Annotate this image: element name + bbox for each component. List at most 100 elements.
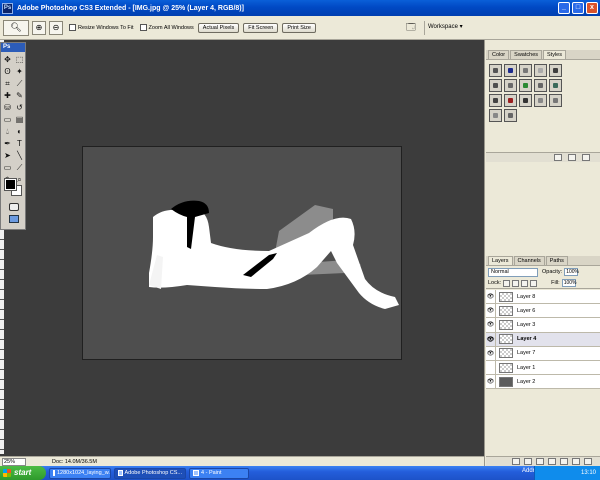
style-swatch[interactable] (549, 64, 562, 77)
taskbar-item-wallpaper[interactable]: 1280x1024_laying_w... (49, 467, 111, 479)
lasso-tool-icon[interactable]: ʘ (2, 66, 13, 77)
zoom-level-field[interactable]: 25% (2, 457, 26, 466)
delete-style-icon[interactable] (582, 154, 590, 161)
lock-all-icon[interactable] (530, 279, 538, 287)
visibility-eye-icon[interactable]: 👁︎ (486, 346, 496, 360)
eraser-tool-icon[interactable]: ▭ (2, 114, 13, 125)
layer-style-icon[interactable] (524, 458, 532, 465)
visibility-eye-icon[interactable]: 👁︎ (486, 375, 496, 389)
layer-row[interactable]: Layer 1 (486, 360, 600, 376)
opacity-field[interactable]: 100% (564, 268, 579, 276)
lock-transparency-icon[interactable] (503, 279, 511, 287)
style-swatch[interactable] (519, 94, 532, 107)
tab-swatches[interactable]: Swatches (510, 50, 543, 59)
gradient-tool-icon[interactable]: ▤ (14, 114, 25, 125)
history-brush-tool-icon[interactable]: ↺ (14, 102, 25, 113)
foreground-color-swatch[interactable] (4, 178, 17, 191)
brush-tool-icon[interactable]: ✎ (14, 90, 25, 101)
layer-row[interactable]: 👁︎ Layer 2 (486, 375, 600, 390)
visibility-eye-icon[interactable]: 👁︎ (486, 304, 496, 318)
close-button[interactable]: x (586, 2, 598, 14)
fit-screen-button[interactable]: Fit Screen (243, 22, 279, 33)
layer-row[interactable]: 👁︎ Layer 8 (486, 290, 600, 305)
stamp-tool-icon[interactable]: ⛁ (2, 102, 13, 113)
workspace-menu[interactable]: Workspace ▾ (428, 23, 463, 30)
clock[interactable]: 13:10 (581, 470, 596, 476)
lock-pixels-icon[interactable] (512, 279, 520, 287)
checkbox-box[interactable] (69, 24, 76, 31)
line-tool-icon[interactable]: ╲ (14, 150, 25, 161)
photoshop-app-icon[interactable]: Ps (2, 2, 13, 14)
new-group-icon[interactable] (560, 458, 568, 465)
slice-tool-icon[interactable]: ⟋ (14, 78, 25, 89)
style-swatch[interactable] (549, 79, 562, 92)
zoom-out-icon[interactable]: ⊖ (49, 20, 63, 35)
layer-row[interactable]: 👁︎ Layer 6 (486, 304, 600, 319)
style-swatch[interactable] (489, 94, 502, 107)
type-tool-icon[interactable]: T (14, 138, 25, 149)
style-swatch[interactable] (504, 64, 517, 77)
visibility-eye-icon[interactable]: 👁︎ (486, 290, 496, 304)
marquee-tool-icon[interactable]: ⬚ (14, 54, 25, 65)
adjustment-layer-icon[interactable] (548, 458, 556, 465)
dodge-tool-icon[interactable]: ◐ (14, 126, 25, 137)
notes-tool-icon[interactable]: ▭ (2, 162, 13, 173)
actual-pixels-button[interactable]: Actual Pixels (197, 22, 240, 33)
tab-channels[interactable]: Channels (513, 256, 545, 265)
new-layer-icon[interactable] (572, 458, 580, 465)
tool-preset-picker[interactable]: 🔍︎ (3, 19, 29, 36)
blend-mode-select[interactable]: Normal (488, 267, 538, 277)
blur-tool-icon[interactable]: 💧︎ (2, 126, 13, 137)
style-swatch[interactable] (519, 64, 532, 77)
healing-brush-tool-icon[interactable]: ✚ (2, 90, 13, 101)
link-layers-icon[interactable] (512, 458, 520, 465)
style-swatch[interactable] (489, 64, 502, 77)
style-swatch[interactable] (534, 64, 547, 77)
document-canvas[interactable] (82, 146, 402, 360)
zoom-all-windows-checkbox[interactable]: Zoom All Windows (139, 24, 194, 31)
tab-color[interactable]: Color (488, 50, 510, 59)
style-swatch[interactable] (489, 109, 502, 122)
taskbar-item-paint[interactable]: 4 - Paint (189, 467, 249, 479)
minimize-button[interactable]: _ (558, 2, 570, 14)
tab-layers[interactable]: Layers (488, 256, 513, 265)
path-selection-tool-icon[interactable]: ➤ (2, 150, 13, 161)
tab-styles[interactable]: Styles (543, 50, 566, 59)
maximize-button[interactable]: □ (572, 2, 584, 14)
quick-mask-icon[interactable] (9, 203, 19, 211)
style-swatch[interactable] (504, 109, 517, 122)
style-swatch[interactable] (534, 94, 547, 107)
zoom-in-icon[interactable]: ⊕ (32, 20, 46, 35)
eyedropper-tool-icon[interactable]: ⟋ (14, 162, 25, 173)
layer-row[interactable]: 👁︎ Layer 7 (486, 346, 600, 361)
style-swatch[interactable] (549, 94, 562, 107)
bridge-icon[interactable]: 🗔︎ (406, 21, 418, 33)
resize-windows-checkbox[interactable]: Resize Windows To Fit (69, 24, 134, 31)
clear-style-icon[interactable] (554, 154, 562, 161)
style-swatch[interactable] (504, 79, 517, 92)
style-swatch[interactable] (534, 79, 547, 92)
move-tool-icon[interactable]: ✥ (2, 54, 13, 65)
print-size-button[interactable]: Print Size (282, 22, 316, 33)
taskbar-item-photoshop[interactable]: Adobe Photoshop CS... (114, 467, 186, 479)
screen-mode-icon[interactable] (9, 215, 19, 223)
style-swatch[interactable] (519, 79, 532, 92)
document-size-info[interactable]: Doc: 14.0M/36.5M (52, 459, 97, 465)
pen-tool-icon[interactable]: ✒ (2, 138, 13, 149)
crop-tool-icon[interactable]: ⌗ (2, 78, 13, 89)
start-button[interactable]: start (0, 466, 46, 480)
layer-row[interactable]: 👁︎ Layer 4 (486, 332, 600, 347)
fill-field[interactable]: 100% (561, 279, 577, 287)
checkbox-box[interactable] (139, 24, 147, 31)
new-style-icon[interactable] (568, 154, 576, 161)
tab-paths[interactable]: Paths (545, 256, 568, 265)
visibility-eye-icon[interactable]: 👁︎ (486, 332, 496, 346)
visibility-eye-icon[interactable]: 👁︎ (486, 318, 496, 332)
delete-layer-icon[interactable] (584, 458, 592, 465)
magic-wand-tool-icon[interactable]: ✦ (14, 66, 25, 77)
layer-mask-icon[interactable] (536, 458, 544, 465)
visibility-eye-icon[interactable] (486, 360, 496, 375)
style-swatch[interactable] (489, 79, 502, 92)
layer-row[interactable]: 👁︎ Layer 3 (486, 318, 600, 333)
style-swatch[interactable] (504, 94, 517, 107)
